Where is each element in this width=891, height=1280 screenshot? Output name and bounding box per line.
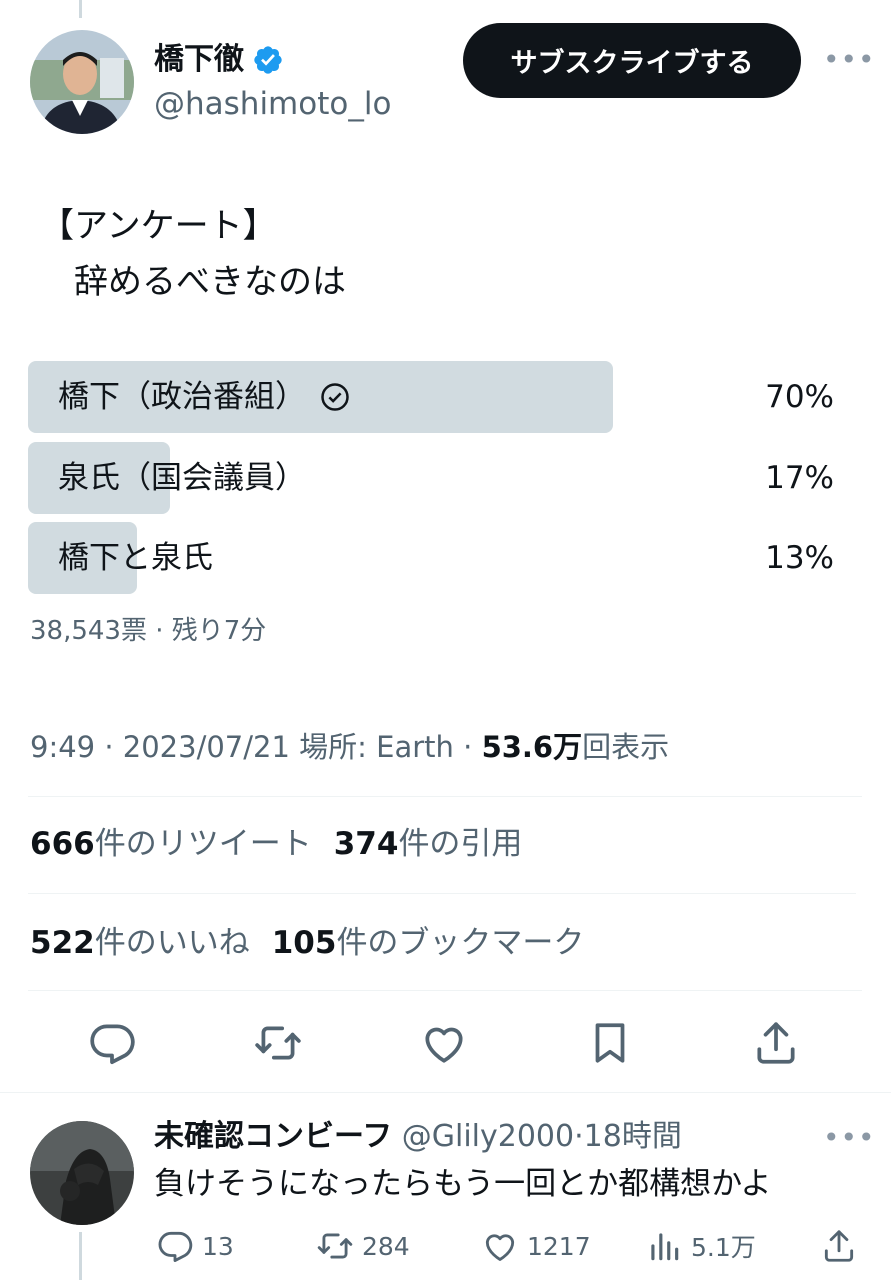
divider xyxy=(28,796,862,797)
views-count: 53.6万 xyxy=(481,730,583,764)
divider xyxy=(0,1092,891,1093)
thread-line-top xyxy=(79,0,82,18)
retweets-label: 件のリツイート xyxy=(94,826,312,862)
retweets-stat[interactable]: 666件のリツイート xyxy=(30,822,312,866)
verified-badge-icon xyxy=(254,46,282,74)
author-handle[interactable]: @hashimoto_lo xyxy=(154,84,391,124)
bookmark-icon[interactable] xyxy=(585,1018,635,1068)
divider xyxy=(28,990,862,991)
poll-option-label: 泉氏（国会議員） xyxy=(58,442,306,514)
thread-line-bottom xyxy=(79,1232,82,1280)
reply-likes-count: 1217 xyxy=(527,1231,591,1261)
likes-count: 522 xyxy=(30,925,95,961)
more-options-icon[interactable]: ••• xyxy=(823,46,876,74)
retweet-icon[interactable] xyxy=(253,1018,303,1068)
share-icon[interactable] xyxy=(751,1018,801,1068)
reply-like-action[interactable]: 1217 xyxy=(481,1226,591,1266)
quotes-label: 件の引用 xyxy=(398,826,523,862)
poll-option[interactable]: 橋下と泉氏 13% xyxy=(28,522,836,594)
poll-option-percent: 70% xyxy=(765,379,834,415)
reply-avatar[interactable] xyxy=(30,1121,134,1225)
reply-author-name[interactable]: 未確認コンビーフ xyxy=(154,1119,392,1154)
views-icon xyxy=(651,1233,679,1261)
divider xyxy=(28,893,856,894)
reply-time[interactable]: ·18時間 xyxy=(574,1119,682,1154)
poll-option[interactable]: 泉氏（国会議員） 17% xyxy=(28,442,836,514)
author-avatar[interactable] xyxy=(30,30,134,134)
stats-row-likes: 522件のいいね 105件のブックマーク xyxy=(30,921,606,965)
bookmarks-count: 105 xyxy=(271,925,337,961)
reply-reply-action[interactable]: 13 xyxy=(156,1226,234,1266)
likes-label: 件のいいね xyxy=(94,925,250,961)
tweet-text: 【アンケート】 辞めるべきなのは xyxy=(40,206,346,302)
retweet-icon xyxy=(317,1233,353,1259)
poll-option-text: 橋下（政治番組） xyxy=(58,379,306,415)
reply-more-options-icon[interactable]: ••• xyxy=(823,1124,876,1152)
reply-header: 未確認コンビーフ @Glily2000·18時間 xyxy=(154,1116,682,1158)
poll-option-text: 泉氏（国会議員） xyxy=(58,460,306,496)
poll-option-label: 橋下（政治番組） xyxy=(58,361,350,433)
reply-icon[interactable] xyxy=(87,1018,137,1068)
views-label: 回表示 xyxy=(582,730,670,764)
reply-replies-count: 13 xyxy=(202,1231,234,1261)
share-icon xyxy=(824,1230,854,1262)
bookmarks-label: 件のブックマーク xyxy=(336,925,585,961)
author-name-text[interactable]: 橋下徹 xyxy=(154,40,244,80)
bookmarks-stat[interactable]: 105件のブックマーク xyxy=(272,921,585,965)
like-icon[interactable] xyxy=(419,1018,469,1068)
retweets-count: 666 xyxy=(30,826,95,862)
reply-share-action[interactable] xyxy=(820,1226,858,1266)
reply-icon xyxy=(158,1231,193,1262)
poll-vote-count: 38,543票 · 残り7分 xyxy=(30,616,267,646)
reply-retweet-action[interactable]: 284 xyxy=(316,1226,410,1266)
reply-text: 負けそうになったらもう一回とか都構想かよ xyxy=(154,1166,772,1202)
subscribe-button[interactable]: サブスクライブする xyxy=(463,23,801,98)
stats-row-retweets: 666件のリツイート 374件の引用 xyxy=(30,822,544,866)
reply-author-handle[interactable]: @Glily2000 xyxy=(402,1119,574,1154)
like-icon xyxy=(485,1234,515,1261)
quotes-count: 374 xyxy=(333,826,399,862)
reply-views-count: 5.1万 xyxy=(691,1233,756,1262)
tweet-timestamp[interactable]: 9:49 · 2023/07/21 場所: Earth · 53.6万回表示 xyxy=(30,727,669,767)
author-name[interactable]: 橋下徹 xyxy=(154,40,284,80)
poll-option-text: 橋下と泉氏 xyxy=(58,540,213,576)
poll-option[interactable]: 橋下（政治番組） 70% xyxy=(28,361,836,433)
likes-stat[interactable]: 522件のいいね xyxy=(30,921,250,965)
timestamp-text[interactable]: 9:49 · 2023/07/21 場所: Earth · xyxy=(30,730,482,764)
check-circle-icon xyxy=(321,383,349,411)
quotes-stat[interactable]: 374件の引用 xyxy=(334,822,523,866)
reply-retweets-count: 284 xyxy=(362,1231,410,1261)
poll-option-label: 橋下と泉氏 xyxy=(58,522,213,594)
poll-option-percent: 17% xyxy=(765,460,834,496)
poll-option-percent: 13% xyxy=(765,540,834,576)
reply-views-action[interactable]: 5.1万 xyxy=(645,1226,756,1266)
